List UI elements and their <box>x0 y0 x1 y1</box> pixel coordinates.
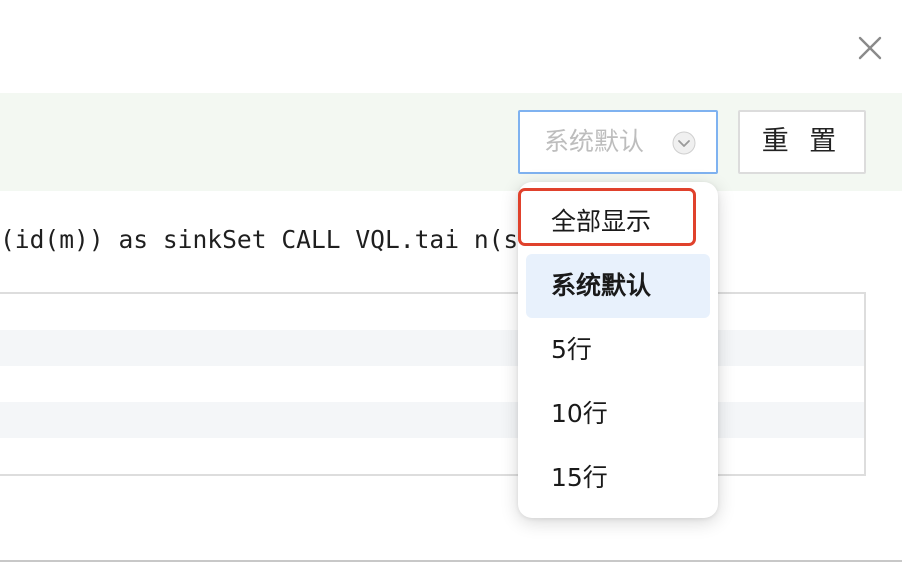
table-row <box>0 438 864 474</box>
close-button[interactable] <box>852 30 888 66</box>
table-row <box>0 330 864 366</box>
dropdown-option-15-rows[interactable]: 15行 <box>526 446 710 510</box>
table-row <box>0 366 864 402</box>
dropdown-option-5-rows[interactable]: 5行 <box>526 318 710 382</box>
table-row <box>0 402 864 438</box>
result-table <box>0 292 866 476</box>
reset-button[interactable]: 重 置 <box>738 110 866 174</box>
row-limit-select[interactable]: 系统默认 <box>518 110 718 174</box>
dropdown-option-show-all[interactable]: 全部显示 <box>526 190 710 254</box>
select-value: 系统默认 <box>544 127 645 156</box>
table-row <box>0 294 864 330</box>
dropdown-option-system-default[interactable]: 系统默认 <box>526 254 710 318</box>
dialog: 系统默认 重 置 (id(m)) as sinkSet CALL VQL.tai… <box>0 0 902 562</box>
close-icon <box>858 36 882 60</box>
query-text: (id(m)) as sinkSet CALL VQL.tai n(sourc… <box>0 225 593 254</box>
chevron-down-icon <box>672 131 696 155</box>
dropdown-option-10-rows[interactable]: 10行 <box>526 382 710 446</box>
row-limit-dropdown: 全部显示 系统默认 5行 10行 15行 <box>518 182 718 518</box>
